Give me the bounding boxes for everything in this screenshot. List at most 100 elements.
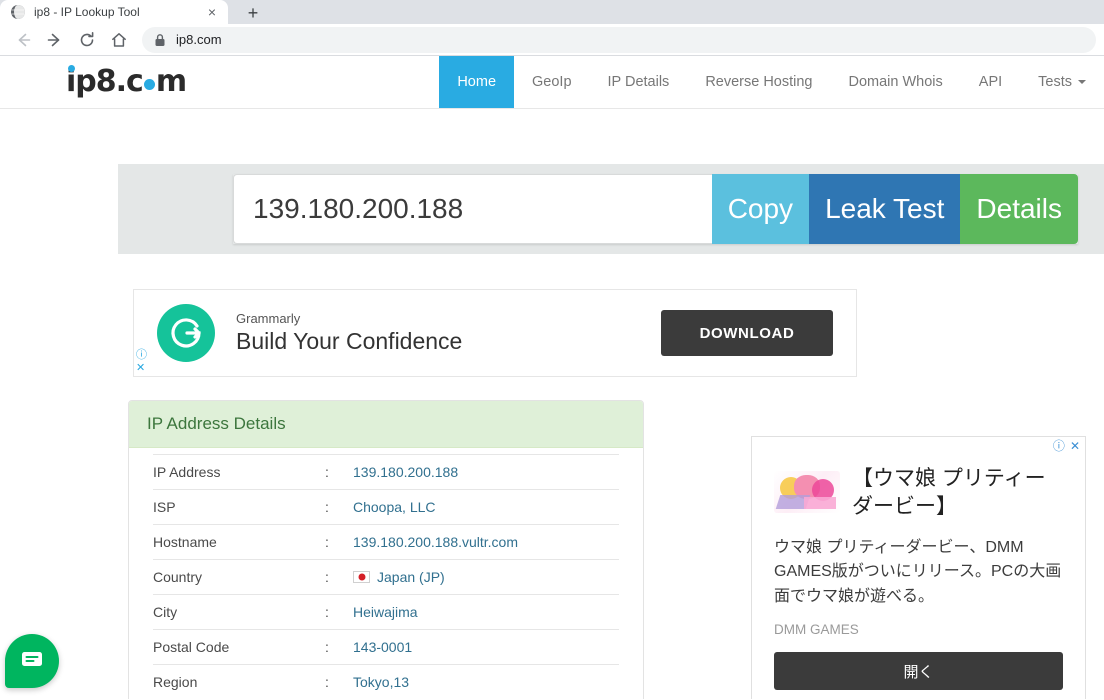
side-ad[interactable]: ⓘ ✕ 【ウマ娘 プリティーダービー】 ウマ娘 プリティーダービー、DMM GA… (751, 436, 1086, 699)
page-content: ip8.c m Home GeoIp IP Details Reverse Hos… (0, 56, 1104, 699)
logo-m: m (155, 64, 187, 99)
address-bar[interactable]: ip8.com (142, 26, 1096, 53)
globe-icon (10, 4, 26, 20)
nav-label: Home (457, 74, 497, 90)
side-ad-cta-button[interactable]: 開く (774, 652, 1063, 691)
row-label: Hostname (153, 534, 217, 550)
row-separator: : (325, 674, 329, 690)
side-ad-close-icon[interactable]: ✕ (1070, 440, 1080, 452)
row-label: City (153, 604, 178, 620)
row-separator: : (325, 569, 329, 585)
ip-details-card: IP Address Details IP Address : 139.180.… (128, 400, 644, 699)
row-label: ISP (153, 499, 176, 515)
nav-item-home[interactable]: Home (439, 56, 515, 108)
logo-i-dot (68, 65, 75, 72)
row-value: 139.180.200.188 (353, 464, 459, 480)
grammarly-logo-icon (157, 304, 215, 362)
row-value-country: Japan (JP) (353, 569, 445, 585)
nav-label: GeoIp (532, 74, 572, 90)
copy-button[interactable]: Copy (711, 174, 810, 244)
nav-label: IP Details (607, 74, 670, 90)
nav-label: Reverse Hosting (705, 74, 813, 90)
side-ad-title: 【ウマ娘 プリティーダービー】 (852, 467, 1046, 519)
row-separator: : (325, 639, 329, 655)
japan-flag-icon (353, 571, 370, 583)
forward-icon[interactable] (40, 25, 70, 55)
side-ad-controls: ⓘ ✕ (1053, 440, 1080, 452)
row-separator: : (325, 464, 329, 480)
nav-item-domain-whois[interactable]: Domain Whois (831, 56, 961, 108)
chat-bubble-icon (19, 646, 45, 677)
table-row: Country : Japan (JP) (153, 559, 619, 594)
side-ad-advertiser: DMM GAMES (774, 622, 859, 638)
row-value: Choopa, LLC (353, 499, 436, 515)
logo-c: c (126, 64, 144, 99)
logo-dot: . (115, 64, 127, 99)
chevron-down-icon (1078, 80, 1086, 84)
side-ad-thumbnail-icon (774, 471, 840, 513)
ad-brand: Grammarly (236, 311, 301, 326)
logo-text: ip8.c m (66, 64, 187, 99)
row-separator: : (325, 534, 329, 550)
ip-details-table: IP Address : 139.180.200.188 ISP : Choop… (129, 448, 643, 699)
row-value: 139.180.200.188.vultr.com (353, 534, 519, 550)
details-button[interactable]: Details (960, 174, 1078, 244)
nav-item-ip-details[interactable]: IP Details (590, 56, 688, 108)
browser-toolbar: ip8.com (0, 24, 1104, 56)
row-value: Tokyo,13 (353, 674, 410, 690)
row-label: Region (153, 674, 198, 690)
browser-tab[interactable]: ip8 - IP Lookup Tool × (0, 0, 228, 24)
site-logo[interactable]: ip8.c m (0, 56, 187, 108)
side-ad-description: ウマ娘 プリティーダービー、DMM GAMES版がついにリリース。PCの大画面で… (774, 538, 1062, 606)
tab-strip-empty-area (274, 0, 1104, 24)
close-icon[interactable]: × (204, 4, 220, 20)
ad-text-block: Grammarly Build Your Confidence (236, 311, 661, 355)
ip-search-row: 139.180.200.188 Copy Leak Test Details (233, 174, 1078, 244)
browser-tab-title: ip8 - IP Lookup Tool (34, 5, 140, 19)
hero-panel: 139.180.200.188 Copy Leak Test Details (118, 164, 1104, 254)
browser-tab-strip: ip8 - IP Lookup Tool × + (0, 0, 1104, 24)
ad-download-button[interactable]: DOWNLOAD (661, 310, 833, 356)
table-row: Hostname : 139.180.200.188.vultr.com (153, 524, 619, 559)
table-row: Postal Code : 143-0001 (153, 629, 619, 664)
row-value: 143-0001 (353, 639, 413, 655)
side-ad-info-icon[interactable]: ⓘ (1053, 440, 1065, 452)
reload-icon[interactable] (72, 25, 102, 55)
nav-item-tests[interactable]: Tests (1020, 56, 1104, 108)
back-icon[interactable] (8, 25, 38, 55)
ad-banner[interactable]: ⓘ ✕ Grammarly Build Your Confidence DOWN… (133, 289, 857, 377)
chat-widget-button[interactable] (5, 634, 59, 688)
nav-item-api[interactable]: API (961, 56, 1020, 108)
main-navigation: Home GeoIp IP Details Reverse Hosting Do… (186, 56, 1104, 108)
nav-item-reverse-hosting[interactable]: Reverse Hosting (687, 56, 830, 108)
ip-input[interactable]: 139.180.200.188 (233, 174, 712, 244)
ip-details-title: IP Address Details (129, 401, 643, 448)
site-header: ip8.c m Home GeoIp IP Details Reverse Hos… (0, 56, 1104, 109)
ad-info-icon[interactable]: ⓘ (136, 349, 147, 361)
row-label: Country (153, 569, 203, 585)
ad-headline: Build Your Confidence (236, 328, 463, 354)
table-row: ISP : Choopa, LLC (153, 489, 619, 524)
home-icon[interactable] (104, 25, 134, 55)
leak-test-button[interactable]: Leak Test (809, 174, 961, 244)
nav-label: Domain Whois (848, 74, 943, 90)
table-row: IP Address : 139.180.200.188 (153, 454, 619, 489)
address-bar-url: ip8.com (176, 32, 222, 47)
row-separator: : (325, 499, 329, 515)
lock-icon (154, 33, 166, 47)
table-row: Region : Tokyo,13 (153, 664, 619, 699)
nav-item-geoip[interactable]: GeoIp (514, 56, 590, 108)
nav-label: Tests (1038, 74, 1072, 90)
ad-close-icon[interactable]: ✕ (136, 362, 147, 374)
row-label: Postal Code (153, 639, 230, 655)
ad-choices-controls: ⓘ ✕ (136, 349, 147, 374)
logo-o-dot (143, 79, 155, 90)
side-ad-header: 【ウマ娘 プリティーダービー】 (752, 437, 1085, 522)
nav-label: API (978, 74, 1003, 90)
table-row: City : Heiwajima (153, 594, 619, 629)
row-label: IP Address (153, 464, 221, 480)
country-name: Japan (JP) (377, 569, 445, 585)
row-separator: : (325, 604, 329, 620)
new-tab-button[interactable]: + (232, 2, 274, 24)
row-value: Heiwajima (353, 604, 418, 620)
